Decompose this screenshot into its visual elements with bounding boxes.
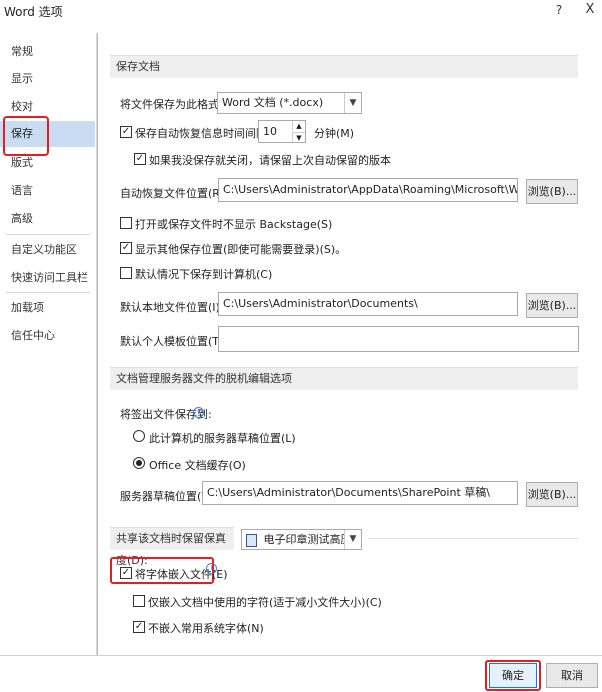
sidebar-item-advanced[interactable]: 高级 [0,206,95,232]
default-local-location-label: 默认本地文件位置(I): [120,301,224,314]
embed-fonts-checkbox[interactable]: ✓ [120,567,132,579]
browse-server-drafts-button[interactable]: 浏览(B)... [526,482,578,507]
autorecover-location-label: 自动恢复文件位置(R): [120,187,228,200]
sidebar-item-display[interactable]: 显示 [0,66,95,92]
fidelity-document-select[interactable]: 电子印章测试高压.doc ▼ [241,529,362,550]
browse-autorecover-button[interactable]: 浏览(B)... [526,179,578,204]
office-cache-radio[interactable] [133,457,145,469]
section-header-offline-editing: 文档管理服务器文件的脱机编辑选项 [110,367,578,390]
help-button[interactable]: ? [549,0,569,20]
show-other-locations-checkbox[interactable]: ✓ [120,242,132,254]
spin-up-icon[interactable]: ▲ [292,121,305,131]
cancel-button[interactable]: 取消 [546,663,598,688]
backstage-label: 打开或保存文件时不显示 Backstage(S) [135,218,333,231]
dialog-footer: 确定 取消 [0,655,602,692]
annotation-highlight-save [3,116,49,156]
keep-last-version-checkbox[interactable]: ✓ [134,153,146,165]
close-button[interactable]: X [580,0,600,20]
section-header-save-documents: 保存文档 [110,55,578,78]
sidebar-divider [6,234,90,235]
show-other-locations-label: 显示其他保存位置(即使可能需要登录)(S)。 [135,243,347,256]
sidebar-item-general[interactable]: 常规 [0,39,95,65]
sidebar-item-quick-access[interactable]: 快速访问工具栏 [0,265,95,291]
info-icon: i [193,407,204,418]
server-drafts-location-input[interactable]: C:\Users\Administrator\Documents\SharePo… [202,481,518,505]
personal-templates-label: 默认个人模板位置(T): [120,335,228,348]
save-format-value: Word 文档 (*.docx) [222,96,324,109]
ok-button[interactable]: 确定 [489,663,537,688]
server-drafts-radio-label: 此计算机的服务器草稿位置(L) [149,432,296,445]
save-to-computer-checkbox[interactable] [120,267,132,279]
keep-last-version-label: 如果我没保存就关闭，请保留上次自动保留的版本 [149,154,391,167]
options-panel: 保存文档 将文件保存为此格式(F): Word 文档 (*.docx) ▼ ✓ … [97,33,602,655]
autorecover-minutes-value: 10 [263,125,277,138]
no-system-fonts-checkbox[interactable]: ✓ [133,621,145,633]
no-system-fonts-label: 不嵌入常用系统字体(N) [148,622,264,635]
sidebar-item-language[interactable]: 语言 [0,178,95,204]
browse-default-local-button[interactable]: 浏览(B)... [526,293,578,318]
sidebar-divider [6,292,90,293]
save-to-computer-label: 默认情况下保存到计算机(C) [135,268,273,281]
title-bar: Word 选项 ? X [0,0,602,26]
word-document-icon [246,533,257,547]
section-header-fidelity: 共享该文档时保留保真度(D): [110,527,234,567]
autorecover-minutes-stepper[interactable]: 10 ▲ ▼ [258,120,306,143]
minutes-unit-label: 分钟(M) [314,127,355,140]
window-title: Word 选项 [4,5,63,19]
sidebar-item-trust-center[interactable]: 信任中心 [0,323,95,349]
sidebar-item-customize-ribbon[interactable]: 自定义功能区 [0,237,95,263]
office-cache-radio-label: Office 文档缓存(O) [149,459,246,472]
personal-templates-input[interactable] [218,326,579,352]
embed-used-chars-label: 仅嵌入文档中使用的字符(适于减小文件大小)(C) [148,596,382,609]
save-format-select[interactable]: Word 文档 (*.docx) ▼ [217,92,362,114]
embed-used-chars-checkbox[interactable] [133,595,145,607]
backstage-checkbox[interactable] [120,217,132,229]
server-drafts-radio[interactable] [133,430,145,442]
autorecover-checkbox[interactable]: ✓ [120,126,132,138]
info-icon: i [206,563,217,574]
sidebar-item-addins[interactable]: 加载项 [0,295,95,321]
autorecover-location-input[interactable]: C:\Users\Administrator\AppData\Roaming\M… [218,178,518,202]
section-divider [368,538,578,539]
spin-down-icon[interactable]: ▼ [292,132,305,143]
default-local-location-input[interactable]: C:\Users\Administrator\Documents\ [218,292,518,316]
chevron-down-icon: ▼ [344,93,361,113]
chevron-down-icon: ▼ [344,530,361,549]
